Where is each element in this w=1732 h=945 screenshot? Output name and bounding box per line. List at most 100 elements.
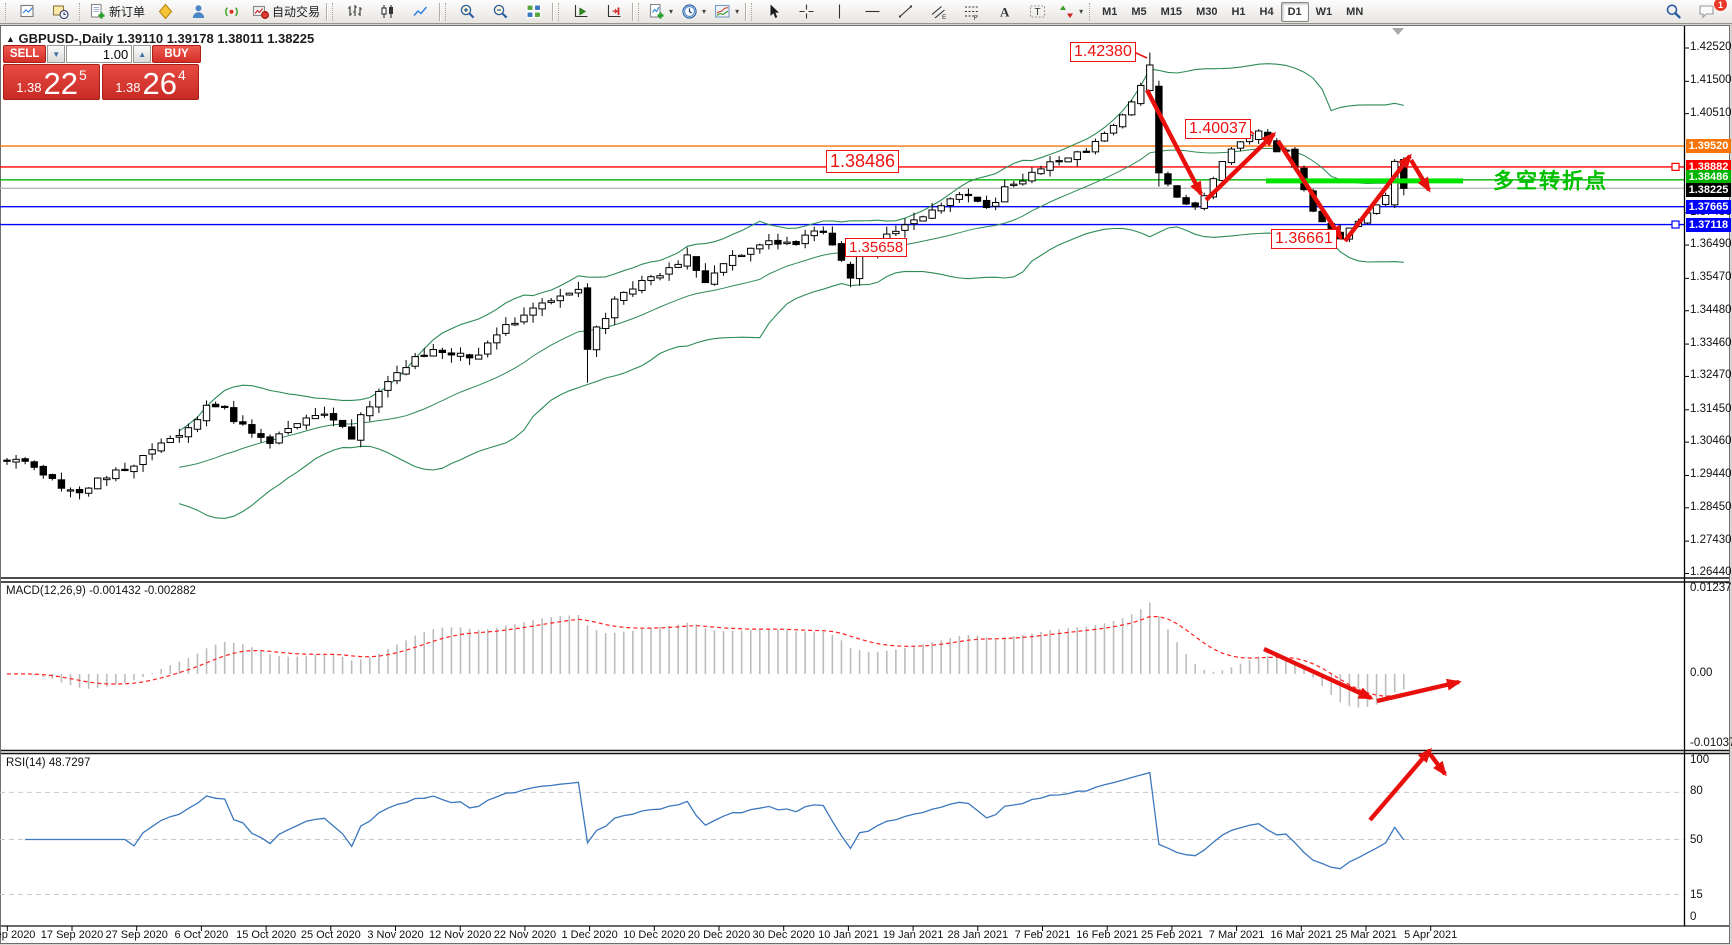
- indicators-list-icon: [648, 3, 665, 20]
- price-badge-1.37118: 1.37118: [1686, 218, 1731, 232]
- price-annotation-1.35658[interactable]: 1.35658: [845, 238, 907, 257]
- buy-button[interactable]: BUY: [152, 45, 201, 63]
- profiles-button[interactable]: [44, 0, 77, 23]
- price-annotation-1.40037[interactable]: 1.40037: [1185, 119, 1251, 139]
- price-tick-label: 1.36490: [1690, 238, 1732, 250]
- auto-trading-button[interactable]: 自动交易: [248, 0, 324, 23]
- market-watch-icon: [157, 3, 174, 20]
- timeframe-m30-button[interactable]: M30: [1189, 2, 1224, 22]
- price-annotation-1.38486[interactable]: 1.38486: [826, 150, 899, 173]
- analysis-arrow[interactable]: [1377, 682, 1459, 701]
- analysis-arrow[interactable]: [1370, 750, 1430, 820]
- vertical-line-button[interactable]: [823, 0, 856, 23]
- horizontal-line-icon: [864, 3, 881, 20]
- templates-button[interactable]: ▾: [710, 0, 743, 23]
- indicators-list-button[interactable]: ▾: [644, 0, 677, 23]
- candle-body: [1092, 141, 1098, 151]
- chart-shift-button[interactable]: [597, 0, 630, 23]
- candle-body: [666, 268, 672, 274]
- candle-body: [1083, 151, 1089, 152]
- timeframe-w1-button[interactable]: W1: [1309, 2, 1340, 22]
- chat-button[interactable]: 1: [1690, 0, 1723, 23]
- macd-label: MACD(12,26,9) -0.001432 -0.002882: [6, 585, 196, 597]
- timeframe-h4-button[interactable]: H4: [1253, 2, 1281, 22]
- price-annotation-1.36661[interactable]: 1.36661: [1271, 229, 1337, 249]
- collapse-icon[interactable]: ▲: [6, 34, 15, 44]
- timeframe-m15-button[interactable]: M15: [1154, 2, 1189, 22]
- candle-body: [702, 271, 708, 283]
- candle-body: [657, 276, 663, 278]
- candle-body: [684, 255, 690, 266]
- candle-body: [31, 462, 37, 467]
- text-button[interactable]: A: [988, 0, 1021, 23]
- candle-body: [1065, 158, 1071, 162]
- candle-body: [430, 350, 436, 356]
- analysis-arrow[interactable]: [1147, 90, 1201, 194]
- candle-body: [249, 425, 255, 434]
- candle-body: [503, 325, 509, 334]
- bollinger-lower-band: [179, 227, 1404, 519]
- auto-scroll-button[interactable]: [564, 0, 597, 23]
- line-handle[interactable]: [1672, 221, 1679, 228]
- volume-up-button[interactable]: ▲: [133, 45, 151, 63]
- volume-input[interactable]: [66, 45, 132, 63]
- candles-chart-button[interactable]: [371, 0, 404, 23]
- notification-badge: 1: [1713, 0, 1728, 12]
- analysis-arrow[interactable]: [1264, 649, 1371, 698]
- candle-body: [802, 235, 808, 244]
- search-button[interactable]: [1657, 0, 1690, 23]
- buy-price[interactable]: 1.38 26 4: [102, 64, 199, 100]
- fibonacci-button[interactable]: F: [955, 0, 988, 23]
- svg-text:A: A: [1000, 5, 1010, 20]
- volume-down-button[interactable]: ▼: [47, 45, 65, 63]
- zoom-in-button[interactable]: [451, 0, 484, 23]
- templates-icon: [714, 3, 731, 20]
- text-label-button[interactable]: T: [1021, 0, 1054, 23]
- analysis-arrow[interactable]: [1411, 160, 1429, 190]
- candle-body: [748, 248, 754, 254]
- line-chart-button[interactable]: [404, 0, 437, 23]
- timeframe-m5-button[interactable]: M5: [1124, 2, 1153, 22]
- timeframe-mn-button[interactable]: MN: [1339, 2, 1370, 22]
- candle-body: [185, 428, 191, 437]
- equidistant-channel-button[interactable]: E: [922, 0, 955, 23]
- tile-windows-button[interactable]: [517, 0, 550, 23]
- sell-button[interactable]: SELL: [3, 45, 46, 63]
- crosshair-button[interactable]: [790, 0, 823, 23]
- toolbar-separator: [745, 3, 747, 21]
- trendline-button[interactable]: [889, 0, 922, 23]
- date-label: 27 Sep 2020: [105, 929, 167, 941]
- arrows-shapes-button[interactable]: ▾: [1054, 0, 1087, 23]
- new-order-button[interactable]: 新订单: [85, 0, 149, 23]
- line-handle[interactable]: [1672, 163, 1679, 170]
- price-annotation-1.42380[interactable]: 1.42380: [1070, 42, 1136, 62]
- turning-point-label[interactable]: 多空转折点: [1493, 165, 1608, 195]
- bars-chart-button[interactable]: [338, 0, 371, 23]
- zoom-out-button[interactable]: [484, 0, 517, 23]
- date-label: 25 Oct 2020: [301, 929, 361, 941]
- cursor-button[interactable]: [757, 0, 790, 23]
- timeframe-h1-button[interactable]: H1: [1224, 2, 1252, 22]
- sell-price[interactable]: 1.38 22 5: [3, 64, 100, 100]
- candle-body: [76, 489, 82, 492]
- chart-canvas[interactable]: [0, 0, 1732, 945]
- candle-body: [122, 469, 128, 470]
- candle-body: [40, 466, 46, 475]
- analysis-arrow[interactable]: [1278, 141, 1341, 238]
- candle-body: [403, 368, 409, 374]
- analysis-arrow[interactable]: [1345, 156, 1410, 241]
- timeframe-d1-button[interactable]: D1: [1281, 2, 1309, 22]
- analysis-arrow[interactable]: [1430, 754, 1445, 774]
- timeframe-m1-button[interactable]: M1: [1095, 2, 1124, 22]
- trend-arrows[interactable]: [1147, 90, 1459, 820]
- date-label: 8 Sep 2020: [0, 929, 35, 941]
- signals-button[interactable]: [215, 0, 248, 23]
- market-watch-button[interactable]: [149, 0, 182, 23]
- candle-body: [457, 353, 463, 356]
- horizontal-line-button[interactable]: [856, 0, 889, 23]
- chart-shift-marker[interactable]: [1392, 28, 1404, 35]
- sell-price-sup: 5: [79, 67, 87, 83]
- periods-button[interactable]: ▾: [677, 0, 710, 23]
- community-button[interactable]: [182, 0, 215, 23]
- new-chart-button[interactable]: [11, 0, 44, 23]
